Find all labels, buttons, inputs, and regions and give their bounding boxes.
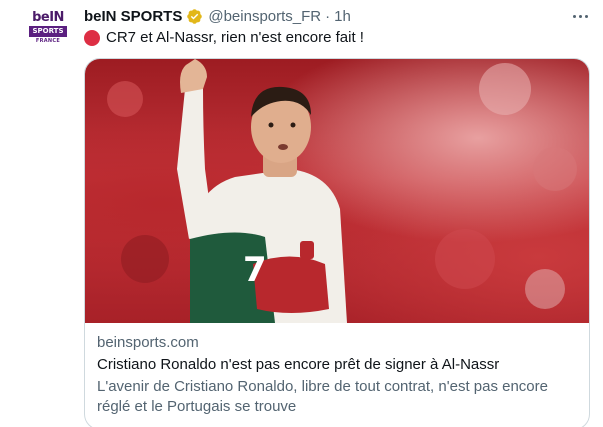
timestamp[interactable]: 1h xyxy=(334,8,351,25)
tweet-text-content: CR7 et Al-Nassr, rien n'est encore fait … xyxy=(106,29,364,46)
handle[interactable]: @beinsports_FR xyxy=(208,8,321,25)
card-description-line-1: L'avenir de Cristiano Ronaldo, libre de … xyxy=(97,378,548,395)
player-photo-illustration: 7 xyxy=(107,59,577,323)
avatar-logo-text: beIN xyxy=(32,10,64,25)
card-domain: beinsports.com xyxy=(97,334,199,351)
more-options-icon[interactable] xyxy=(569,6,591,26)
separator-dot: · xyxy=(325,7,331,25)
avatar[interactable]: beIN SPORTS FRANCE xyxy=(26,8,70,52)
avatar-logo-bar: SPORTS xyxy=(29,26,67,37)
card-image[interactable]: 7 xyxy=(85,59,589,323)
verified-badge-icon xyxy=(186,8,203,25)
tweet-text: CR7 et Al-Nassr, rien n'est encore fait … xyxy=(84,28,364,48)
svg-text:7: 7 xyxy=(243,250,267,290)
red-circle-icon xyxy=(84,30,100,46)
card-meta[interactable]: beinsports.com Cristiano Ronaldo n'est p… xyxy=(85,323,589,417)
link-card[interactable]: 7 beinsports.com Cristiano Ronaldo n'est… xyxy=(84,58,590,427)
tweet-header: beIN SPORTS @beinsports_FR · 1h xyxy=(84,6,351,26)
card-title: Cristiano Ronaldo n'est pas encore prêt … xyxy=(97,356,500,373)
display-name[interactable]: beIN SPORTS xyxy=(84,8,182,25)
card-description-line-2: réglé et le Portugais se trouve xyxy=(97,398,297,415)
tweet[interactable]: beIN SPORTS FRANCE beIN SPORTS @beinspor… xyxy=(0,0,603,427)
avatar-logo-sub: FRANCE xyxy=(35,38,61,44)
